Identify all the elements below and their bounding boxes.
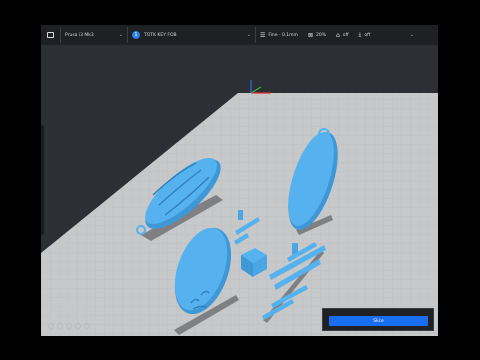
- extruder-icon: 1: [132, 31, 140, 39]
- object-list-toggle[interactable]: Object list: [49, 295, 103, 303]
- 3d-view-icon[interactable]: [48, 323, 54, 329]
- infill-label: 20%: [315, 32, 326, 38]
- file-name: PI3MK3_Zelda_Key_n_fob_n_1.stl: [49, 305, 103, 309]
- folder-icon: [47, 32, 54, 38]
- infill-icon: ⊠: [307, 31, 313, 39]
- adhesion-icon: ⤓: [358, 31, 362, 38]
- chevron-down-icon: ⌄: [118, 32, 123, 38]
- material-label: TOTK KEY FOB: [144, 32, 177, 38]
- view-controls: [48, 323, 90, 329]
- profile-label: Fine - 0.1mm: [268, 32, 298, 38]
- front-view-icon[interactable]: [57, 323, 63, 329]
- chevron-down-icon: ⌄: [409, 32, 414, 38]
- printer-label: Prusa i3 Mk3: [65, 32, 94, 38]
- object-info: Object list PI3MK3_Zelda_Key_n_fob_n_1.s…: [49, 295, 103, 319]
- open-file-button[interactable]: [41, 27, 61, 43]
- print-settings-selector[interactable]: ☰ Fine - 0.1mm ⊠ 20% ⌂ off ⤓ off ⌄: [256, 27, 418, 43]
- support-icon: ⌂: [335, 31, 340, 39]
- action-panel: Slice: [322, 308, 434, 331]
- left-panel-edge: [41, 125, 44, 235]
- printer-selector[interactable]: Prusa i3 Mk3 ⌄: [61, 27, 128, 43]
- support-label: off: [342, 32, 349, 38]
- object-dimensions: 44 x 79.4 x 15.8 mm: [49, 313, 84, 317]
- right-view-icon[interactable]: [84, 323, 90, 329]
- top-view-icon[interactable]: [66, 323, 72, 329]
- slice-button[interactable]: Slice: [329, 316, 428, 326]
- top-toolbar: Prusa i3 Mk3 ⌄ 1 TOTK KEY FOB ⌄ ☰ Fine -…: [41, 25, 438, 45]
- left-view-icon[interactable]: [75, 323, 81, 329]
- cura-window: Prusa i3 Mk3 ⌄ 1 TOTK KEY FOB ⌄ ☰ Fine -…: [41, 25, 438, 336]
- material-selector[interactable]: 1 TOTK KEY FOB ⌄: [128, 27, 256, 43]
- 3d-viewport[interactable]: [41, 45, 438, 336]
- sliders-icon: ☰: [260, 31, 266, 39]
- chevron-down-icon: ⌄: [246, 32, 251, 38]
- adhesion-label: off: [364, 32, 371, 38]
